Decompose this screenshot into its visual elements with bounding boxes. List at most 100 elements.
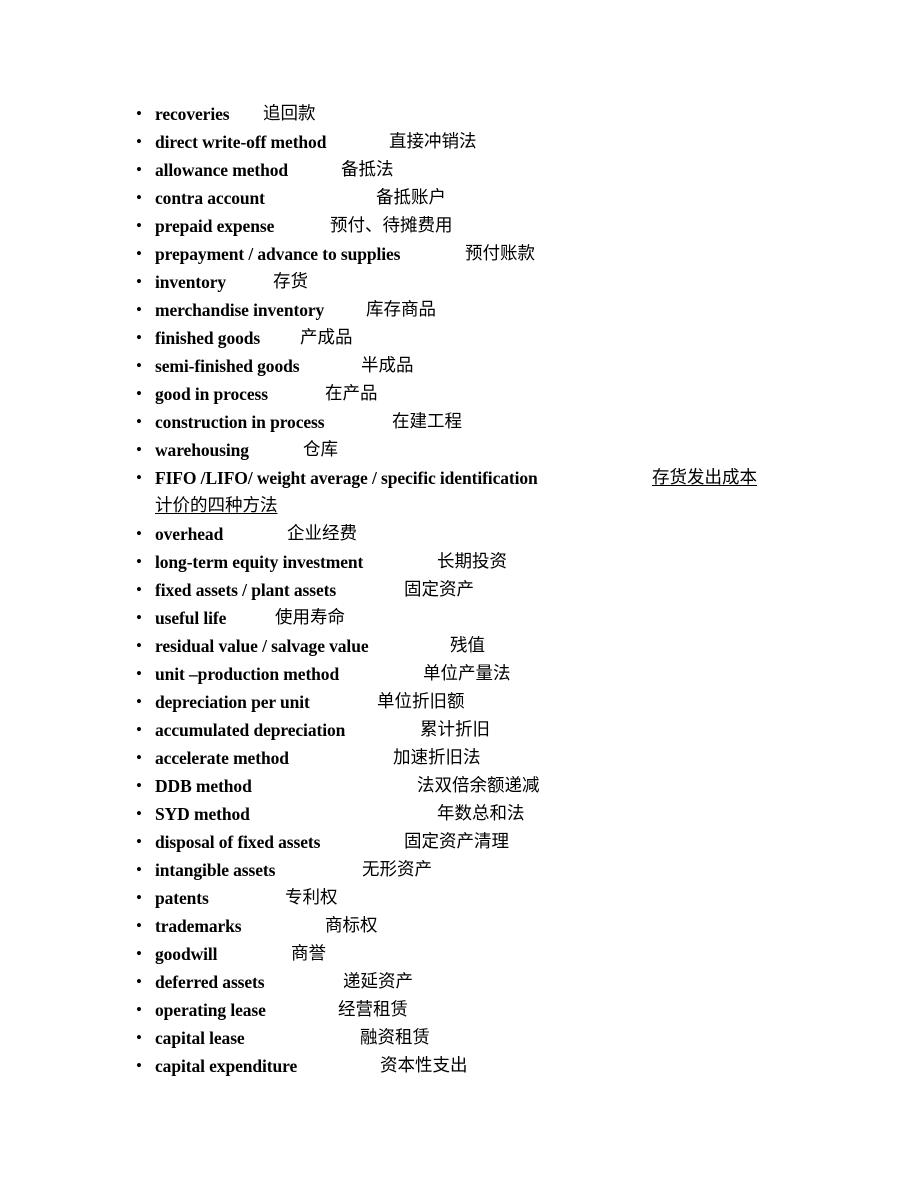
term-english: intangible assets (155, 860, 276, 880)
glossary-term-row: • direct write-off method 直接冲销法 (0, 128, 920, 156)
bullet-icon: • (136, 720, 142, 739)
term-english: useful life (155, 608, 227, 628)
term-english: DDB method (155, 776, 252, 796)
bullet-icon: • (136, 692, 142, 711)
glossary-term-list: • recoveries 追回款 • direct write-off method 直接… (0, 100, 920, 1080)
term-chinese: 经营租赁 (338, 1000, 408, 1020)
glossary-term-row: • recoveries 追回款 (0, 100, 920, 128)
glossary-term-row: • inventory 存货 (0, 268, 920, 296)
bullet-icon: • (136, 412, 142, 431)
term-english: trademarks (155, 916, 242, 936)
glossary-term-row: • DDB method 法双倍余额递减 (0, 772, 920, 800)
term-chinese: 年数总和法 (437, 804, 525, 824)
glossary-term-row: • disposal of fixed assets 固定资产清理 (0, 828, 920, 856)
term-english: disposal of fixed assets (155, 832, 321, 852)
glossary-term-row: • useful life 使用寿命 (0, 604, 920, 632)
glossary-term-row: • construction in process 在建工程 (0, 408, 920, 436)
term-english: inventory (155, 272, 227, 292)
term-chinese: 累计折旧 (420, 720, 490, 740)
term-chinese: 存货 (273, 272, 308, 292)
bullet-icon: • (136, 356, 142, 375)
term-chinese: 追回款 (263, 104, 316, 124)
bullet-icon: • (136, 748, 142, 767)
term-english: overhead (155, 524, 224, 544)
glossary-term-row: • warehousing 仓库 (0, 436, 920, 464)
term-chinese: 递延资产 (343, 972, 413, 992)
term-chinese: 加速折旧法 (393, 748, 481, 768)
term-chinese: 产成品 (300, 328, 353, 348)
glossary-term-row: • allowance method 备抵法 (0, 156, 920, 184)
glossary-term-row: • accelerate method 加速折旧法 (0, 744, 920, 772)
bullet-icon: • (136, 524, 142, 543)
term-english: deferred assets (155, 972, 265, 992)
bullet-icon: • (136, 216, 142, 235)
term-english: accelerate method (155, 748, 289, 768)
bullet-icon: • (136, 804, 142, 823)
glossary-term-row: • accumulated depreciation 累计折旧 (0, 716, 920, 744)
term-english: capital lease (155, 1028, 245, 1048)
term-english: good in process (155, 384, 268, 404)
glossary-term-row: • unit –production method 单位产量法 (0, 660, 920, 688)
term-chinese: 残值 (450, 636, 485, 656)
bullet-icon: • (136, 972, 142, 991)
term-chinese: 预付、待摊费用 (330, 216, 453, 236)
glossary-term-row: • prepaid expense 预付、待摊费用 (0, 212, 920, 240)
term-english: depreciation per unit (155, 692, 310, 712)
term-chinese: 在产品 (325, 384, 378, 404)
term-chinese: 法双倍余额递减 (417, 776, 540, 796)
glossary-term-row: • capital lease 融资租赁 (0, 1024, 920, 1052)
term-chinese: 单位产量法 (423, 664, 511, 684)
term-chinese: 无形资产 (362, 860, 432, 880)
term-english: direct write-off method (155, 132, 327, 152)
bullet-icon: • (136, 272, 142, 291)
term-chinese: 融资租赁 (360, 1028, 430, 1048)
bullet-icon: • (136, 104, 142, 123)
glossary-term-row: • intangible assets 无形资产 (0, 856, 920, 884)
glossary-term-row: • good in process 在产品 (0, 380, 920, 408)
term-english: SYD method (155, 804, 250, 824)
glossary-term-row: • contra account 备抵账户 (0, 184, 920, 212)
term-english: finished goods (155, 328, 261, 348)
glossary-term-row: • capital expenditure 资本性支出 (0, 1052, 920, 1080)
glossary-term-row: • trademarks 商标权 (0, 912, 920, 940)
term-chinese: 专利权 (285, 888, 338, 908)
glossary-term-row: • SYD method 年数总和法 (0, 800, 920, 828)
term-english: prepayment / advance to supplies (155, 244, 401, 264)
term-chinese: 备抵法 (341, 160, 394, 180)
term-chinese: 存货发出成本 (652, 468, 757, 488)
term-chinese: 商誉 (291, 944, 326, 964)
bullet-icon: • (136, 440, 142, 459)
term-english: accumulated depreciation (155, 720, 346, 740)
glossary-term-row: • prepayment / advance to supplies 预付账款 (0, 240, 920, 268)
term-chinese: 库存商品 (366, 300, 436, 320)
term-english: long-term equity investment (155, 552, 364, 572)
term-english: warehousing (155, 440, 249, 460)
term-english: prepaid expense (155, 216, 275, 236)
glossary-term-row: • merchandise inventory 库存商品 (0, 296, 920, 324)
bullet-icon: • (136, 776, 142, 795)
term-chinese: 使用寿命 (275, 608, 345, 628)
glossary-term-row: • fixed assets / plant assets 固定资产 (0, 576, 920, 604)
bullet-icon: • (136, 468, 142, 487)
glossary-term-row: • depreciation per unit 单位折旧额 (0, 688, 920, 716)
term-english: allowance method (155, 160, 289, 180)
term-chinese: 半成品 (361, 356, 414, 376)
term-chinese: 商标权 (325, 916, 378, 936)
bullet-icon: • (136, 832, 142, 851)
glossary-term-row: • deferred assets 递延资产 (0, 968, 920, 996)
term-english: patents (155, 888, 209, 908)
bullet-icon: • (136, 244, 142, 263)
bullet-icon: • (136, 160, 142, 179)
term-chinese: 资本性支出 (380, 1056, 468, 1076)
term-english: contra account (155, 188, 265, 208)
term-english: residual value / salvage value (155, 636, 369, 656)
term-chinese: 仓库 (303, 440, 338, 460)
glossary-term-row: • FIFO /LIFO/ weight average / specific i… (0, 464, 920, 520)
bullet-icon: • (136, 188, 142, 207)
term-english: fixed assets / plant assets (155, 580, 337, 600)
glossary-term-row: • residual value / salvage value 残值 (0, 632, 920, 660)
glossary-term-row: • long-term equity investment 长期投资 (0, 548, 920, 576)
term-english: semi-finished goods (155, 356, 300, 376)
bullet-icon: • (136, 636, 142, 655)
glossary-term-row: • operating lease 经营租赁 (0, 996, 920, 1024)
